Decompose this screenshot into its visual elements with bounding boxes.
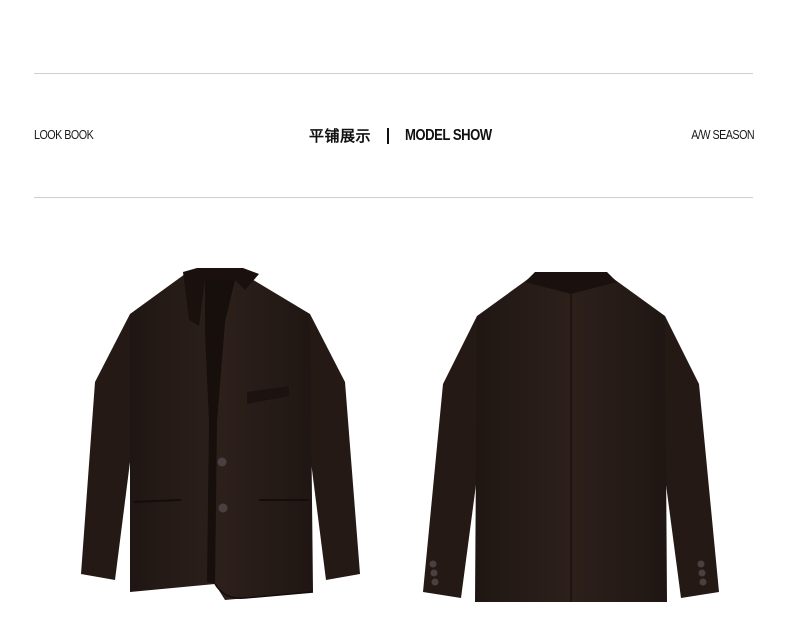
section-title-cn: 平铺展示 bbox=[309, 127, 372, 145]
season-label: A/W SEASON bbox=[691, 128, 754, 142]
section-title-en: MODEL SHOW bbox=[405, 126, 492, 144]
bottom-divider bbox=[34, 197, 753, 198]
jacket-front-image bbox=[81, 268, 360, 600]
jacket-back-image bbox=[423, 272, 719, 602]
top-divider bbox=[34, 73, 753, 74]
look-book-label: LOOK BOOK bbox=[34, 128, 94, 142]
section-title: 平铺展示 MODEL SHOW bbox=[309, 125, 511, 146]
title-separator bbox=[387, 127, 390, 144]
